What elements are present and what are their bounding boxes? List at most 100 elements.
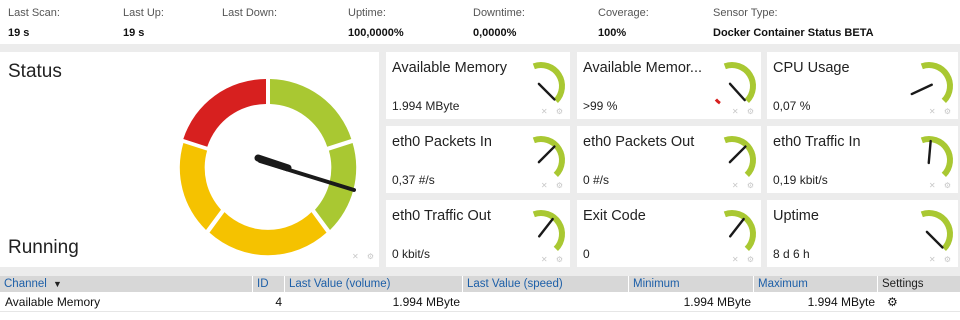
tile-value: 0 #/s [583, 173, 610, 187]
status-gauge [179, 79, 357, 256]
tile-value: 0,37 #/s [392, 173, 435, 187]
mini-gauge [714, 62, 756, 105]
mini-gauge [723, 210, 756, 251]
gauge-segment-red [183, 79, 266, 147]
mini-gauge-needle [728, 82, 746, 102]
coverage-value: 100% [598, 27, 627, 39]
last-scan-label: Last Scan: [8, 7, 60, 19]
coverage-stat: Coverage: 100% [598, 7, 649, 39]
mini-gauge-needle [728, 145, 747, 164]
status-panel[interactable]: Status Running ✕ ⚙ [0, 52, 379, 267]
col-id[interactable]: ID [252, 276, 284, 292]
row-channel[interactable]: Available Memory [5, 293, 249, 311]
gauge-tile[interactable]: CPU Usage 0,07 % ✕ ⚙ [767, 52, 958, 119]
last-up-value: 19 s [123, 27, 145, 39]
mini-gauge-needle [537, 82, 556, 101]
mini-gauge-needle [927, 139, 932, 165]
col-maximum[interactable]: Maximum [753, 276, 877, 292]
tile-title: CPU Usage [773, 60, 850, 76]
mini-gauge-arc [532, 136, 565, 177]
tile-pin-icons[interactable]: ✕ ⚙ [732, 255, 757, 264]
last-down-stat: Last Down: [222, 7, 277, 27]
col-channel-label: Channel [4, 278, 47, 290]
gauge-segment-yellow [179, 143, 221, 230]
row-last-value-speed [462, 293, 626, 311]
tile-value: 0,19 kbit/s [773, 173, 828, 187]
mini-gauge-arc [920, 62, 953, 103]
row-last-value-volume: 1.994 MByte [392, 295, 460, 309]
tile-pin-icons[interactable]: ✕ ⚙ [541, 107, 566, 116]
status-pin-icons[interactable]: ✕ ⚙ [352, 252, 377, 261]
tile-value: 8 d 6 h [773, 247, 810, 261]
status-gauge-needle-base [254, 154, 292, 172]
mini-gauge-needle [728, 217, 745, 238]
mini-gauge-arc [723, 136, 756, 177]
tile-title: Available Memory [392, 60, 507, 76]
mini-gauge [532, 210, 565, 251]
mini-gauge-arc [723, 62, 756, 103]
mini-gauge [910, 62, 953, 103]
mini-gauge-arc [920, 210, 953, 251]
gauge-tile[interactable]: Available Memory 1.994 MByte ✕ ⚙ [386, 52, 570, 119]
col-last-value-speed[interactable]: Last Value (speed) [462, 276, 628, 292]
gauge-tile[interactable]: eth0 Traffic In 0,19 kbit/s ✕ ⚙ [767, 126, 958, 193]
col-channel[interactable]: Channel ▼ [0, 276, 252, 292]
table-row[interactable] [0, 311, 960, 320]
mini-gauge-needle [537, 217, 554, 238]
gauge-tile[interactable]: Exit Code 0 ✕ ⚙ [577, 200, 761, 267]
tile-title: eth0 Packets In [392, 134, 492, 150]
col-minimum[interactable]: Minimum [628, 276, 753, 292]
gauge-tile[interactable]: eth0 Packets Out 0 #/s ✕ ⚙ [577, 126, 761, 193]
table-row[interactable]: Available Memory 4 1.994 MByte 1.994 MBy… [0, 293, 960, 311]
row-id: 4 [275, 295, 282, 309]
tile-value: 1.994 MByte [392, 99, 460, 113]
col-settings[interactable]: Settings [877, 276, 960, 292]
tile-title: Uptime [773, 208, 819, 224]
sensor-header: Last Scan: 19 s Last Up: 19 s Last Down:… [0, 0, 960, 44]
tile-title: eth0 Traffic Out [392, 208, 491, 224]
mini-gauge-arc [532, 62, 565, 103]
sensor-type-label: Sensor Type: [713, 7, 778, 19]
tile-pin-icons[interactable]: ✕ ⚙ [541, 255, 566, 264]
tile-pin-icons[interactable]: ✕ ⚙ [929, 181, 954, 190]
mini-gauge-needle [537, 145, 556, 164]
tile-value: 0 [583, 247, 590, 261]
status-gauge-segments [179, 79, 357, 256]
table-header: Channel ▼ ID Last Value (volume) Last Va… [0, 276, 960, 292]
gear-icon[interactable]: ⚙ [887, 293, 907, 311]
tile-value: 0,07 % [773, 99, 811, 113]
downtime-stat: Downtime: 0,0000% [473, 7, 525, 39]
gauge-tile[interactable]: Uptime 8 d 6 h ✕ ⚙ [767, 200, 958, 267]
mini-gauge [723, 136, 756, 177]
tile-title: eth0 Traffic In [773, 134, 861, 150]
sensor-type-stat: Sensor Type: Docker Container Status BET… [713, 7, 874, 39]
mini-gauge [532, 136, 565, 177]
tile-pin-icons[interactable]: ✕ ⚙ [541, 181, 566, 190]
tile-pin-icons[interactable]: ✕ ⚙ [929, 255, 954, 264]
row-maximum: 1.994 MByte [807, 295, 875, 309]
uptime-stat: Uptime: 100,0000% [348, 7, 404, 39]
channel-table: Channel ▼ ID Last Value (volume) Last Va… [0, 276, 960, 320]
status-title: Status [8, 61, 62, 82]
last-up-stat: Last Up: 19 s [123, 7, 164, 39]
last-up-label: Last Up: [123, 7, 164, 19]
gauge-tile[interactable]: eth0 Traffic Out 0 kbit/s ✕ ⚙ [386, 200, 570, 267]
gauge-tile[interactable]: eth0 Packets In 0,37 #/s ✕ ⚙ [386, 126, 570, 193]
mini-gauge-warning-mark [714, 98, 721, 105]
tile-pin-icons[interactable]: ✕ ⚙ [732, 107, 757, 116]
tile-value: 0 kbit/s [392, 247, 431, 261]
gauge-tile[interactable]: Available Memor... >99 % ✕ ⚙ [577, 52, 761, 119]
tile-title: Exit Code [583, 208, 646, 224]
tile-title: Available Memor... [583, 60, 703, 76]
tile-pin-icons[interactable]: ✕ ⚙ [732, 181, 757, 190]
mini-gauge [920, 136, 953, 177]
mini-gauge-arc [920, 136, 953, 177]
col-last-value-volume[interactable]: Last Value (volume) [284, 276, 462, 292]
sort-down-icon: ▼ [53, 279, 62, 289]
mini-gauge [532, 62, 565, 103]
uptime-value: 100,0000% [348, 27, 404, 39]
mini-gauge [920, 210, 953, 251]
coverage-label: Coverage: [598, 7, 649, 19]
tile-title: eth0 Packets Out [583, 134, 695, 150]
tile-pin-icons[interactable]: ✕ ⚙ [929, 107, 954, 116]
